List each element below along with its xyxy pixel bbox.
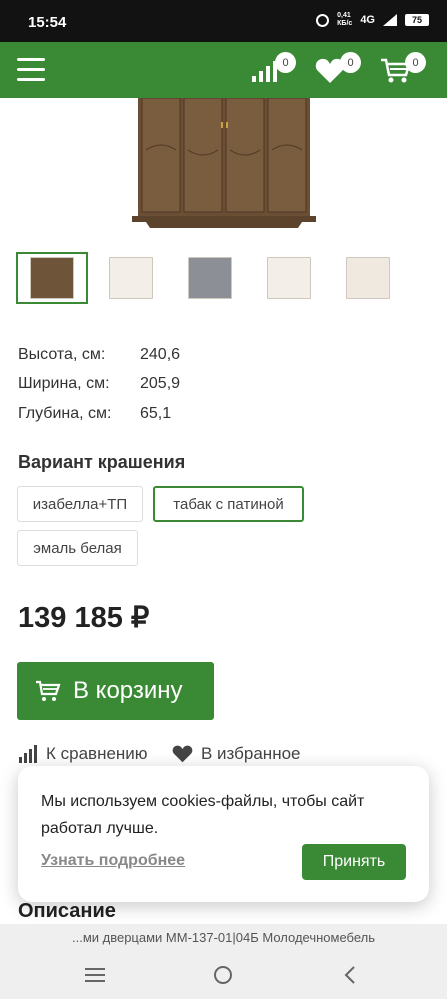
thumbnail-image bbox=[267, 257, 311, 299]
compare-icon bbox=[19, 745, 37, 763]
net-speed: 0,41 КБ/с bbox=[337, 12, 352, 28]
variant-title: Вариант крашения bbox=[18, 452, 186, 472]
spec-label: Глубина, см: bbox=[18, 404, 112, 422]
cookie-banner: Мы используем cookies-файлы, чтобы сайт … bbox=[18, 766, 429, 902]
net-speed-unit: КБ/с bbox=[337, 20, 353, 27]
site-header: 0 0 0 bbox=[0, 42, 447, 98]
variant-option-emal[interactable]: эмаль белая bbox=[17, 530, 138, 566]
cart-count-badge: 0 bbox=[405, 52, 426, 73]
thumbnail-5[interactable] bbox=[332, 252, 404, 304]
status-bar: 15:54 0,41 КБ/с 4G 75 bbox=[0, 0, 447, 42]
menu-icon bbox=[85, 968, 105, 982]
thumbnail-image bbox=[188, 257, 232, 299]
spec-value: 205,9 bbox=[140, 375, 181, 393]
status-icons: 0,41 КБ/с 4G 75 bbox=[316, 12, 429, 28]
status-time: 15:54 bbox=[28, 14, 67, 31]
recent-apps-button[interactable] bbox=[82, 962, 112, 988]
cookie-accept-button[interactable]: Принять bbox=[302, 844, 406, 880]
thumbnail-3[interactable] bbox=[174, 252, 246, 304]
thumbnail-image bbox=[346, 257, 390, 299]
home-circle-icon bbox=[214, 966, 232, 984]
product-image bbox=[132, 98, 316, 228]
thumbnail-1[interactable] bbox=[16, 252, 88, 304]
spec-row-depth: Глубина, см: 65,1 bbox=[18, 399, 180, 429]
cookie-learn-more-link[interactable]: Узнать подробнее bbox=[41, 852, 185, 870]
spec-list: Высота, см: 240,6 Ширина, см: 205,9 Глуб… bbox=[18, 340, 180, 429]
compare-count-badge: 0 bbox=[275, 52, 296, 73]
favorites-count-badge: 0 bbox=[340, 52, 361, 73]
spec-value: 65,1 bbox=[140, 404, 172, 422]
thumbnail-2[interactable] bbox=[95, 252, 167, 304]
alarm-icon bbox=[316, 13, 330, 27]
variant-option-tabak[interactable]: табак с патиной bbox=[153, 486, 304, 522]
thumbnail-gallery bbox=[16, 252, 411, 304]
favorite-label: В избранное bbox=[201, 744, 301, 763]
add-to-cart-label: В корзину bbox=[73, 677, 183, 704]
thumbnail-image bbox=[109, 257, 153, 299]
spec-value: 240,6 bbox=[140, 345, 181, 363]
description-title: Описание bbox=[18, 900, 116, 922]
add-to-compare-link[interactable]: К сравнению bbox=[18, 744, 148, 764]
network-type: 4G bbox=[360, 14, 375, 26]
signal-icon bbox=[383, 14, 397, 26]
spec-label: Высота, см: bbox=[18, 345, 106, 363]
product-price: 139 185 ₽ bbox=[18, 602, 150, 634]
thumbnail-image bbox=[30, 257, 74, 299]
back-button[interactable] bbox=[338, 962, 368, 988]
spec-label: Ширина, см: bbox=[18, 375, 110, 393]
variant-option-izabella[interactable]: изабелла+ТП bbox=[17, 486, 143, 522]
system-nav-bar bbox=[0, 952, 447, 999]
spec-row-height: Высота, см: 240,6 bbox=[18, 340, 180, 370]
compare-button[interactable]: 0 bbox=[250, 52, 296, 86]
cart-icon bbox=[36, 680, 61, 701]
menu-icon[interactable] bbox=[17, 58, 47, 82]
battery-icon: 75 bbox=[405, 14, 429, 26]
heart-icon bbox=[172, 745, 193, 763]
net-speed-value: 0,41 bbox=[337, 12, 351, 19]
compare-label: К сравнению bbox=[46, 744, 148, 763]
cookie-message: Мы используем cookies-файлы, чтобы сайт … bbox=[41, 793, 365, 837]
page-title-snippet: ...ми дверцами ММ-137-01|04Б Молодечноме… bbox=[0, 924, 447, 952]
home-button[interactable] bbox=[210, 962, 240, 988]
thumbnail-4[interactable] bbox=[253, 252, 325, 304]
add-to-cart-button[interactable]: В корзину bbox=[17, 662, 214, 720]
cart-button[interactable]: 0 bbox=[380, 52, 426, 86]
favorites-button[interactable]: 0 bbox=[315, 52, 361, 86]
back-chevron-icon bbox=[344, 966, 355, 984]
add-to-favorites-link[interactable]: В избранное bbox=[172, 744, 301, 764]
spec-row-width: Ширина, см: 205,9 bbox=[18, 370, 180, 400]
